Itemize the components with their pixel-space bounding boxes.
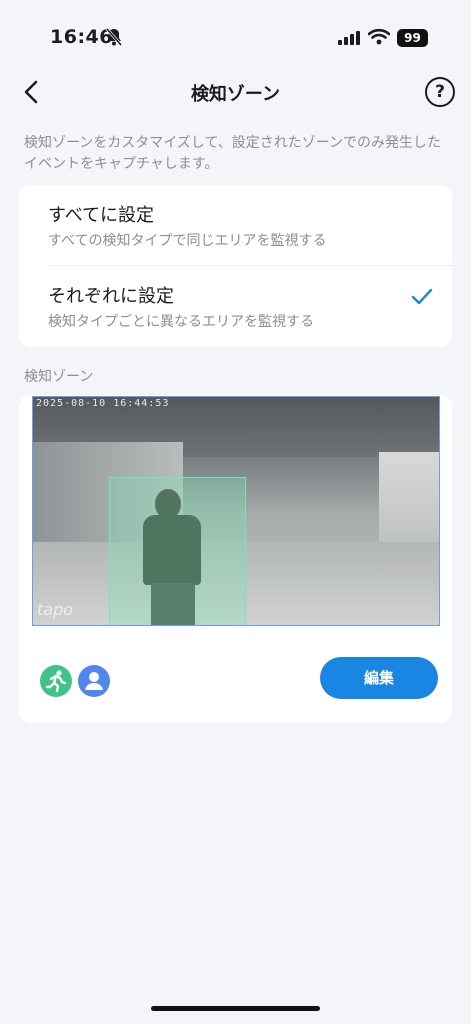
silent-bell-icon bbox=[105, 28, 123, 50]
option-apply-all[interactable]: すべてに設定 すべての検知タイプで同じエリアを監視する bbox=[19, 185, 452, 266]
camera-preview: 2025-08-10 16:44:53 tapo bbox=[32, 396, 440, 626]
motion-detection-icon bbox=[40, 665, 72, 697]
wifi-icon bbox=[367, 28, 391, 49]
option-title: それぞれに設定 bbox=[48, 286, 174, 307]
page-description: 検知ゾーンをカスタマイズして、設定されたゾーンでのみ発生したイベントをキャプチャ… bbox=[24, 135, 442, 172]
camera-timestamp: 2025-08-10 16:44:53 bbox=[36, 398, 170, 409]
section-label: 検知ゾーン bbox=[24, 369, 94, 385]
person-detection-icon bbox=[78, 665, 110, 697]
home-indicator[interactable] bbox=[151, 1006, 320, 1011]
checkmark-icon bbox=[411, 288, 433, 306]
option-title: すべてに設定 bbox=[48, 205, 155, 226]
option-apply-each[interactable]: それぞれに設定 検知タイプごとに異なるエリアを監視する bbox=[19, 266, 452, 346]
detection-zone-overlay bbox=[109, 477, 246, 625]
option-subtitle: すべての検知タイプで同じエリアを監視する bbox=[48, 233, 327, 249]
status-time: 16:46 bbox=[50, 26, 113, 48]
cellular-signal-icon bbox=[338, 30, 362, 49]
zone-card: 2025-08-10 16:44:53 tapo 編集 bbox=[19, 395, 452, 723]
camera-watermark: tapo bbox=[37, 600, 74, 619]
nav-bar: 検知ゾーン ? bbox=[0, 70, 471, 114]
battery-indicator: 99 bbox=[397, 29, 428, 47]
option-subtitle: 検知タイプごとに異なるエリアを監視する bbox=[48, 314, 314, 330]
zone-mode-options: すべてに設定 すべての検知タイプで同じエリアを監視する それぞれに設定 検知タイ… bbox=[19, 185, 452, 347]
status-bar: 16:46 99 bbox=[0, 0, 471, 75]
edit-button[interactable]: 編集 bbox=[320, 657, 438, 699]
page-title: 検知ゾーン bbox=[190, 84, 281, 105]
help-icon[interactable]: ? bbox=[425, 77, 455, 107]
